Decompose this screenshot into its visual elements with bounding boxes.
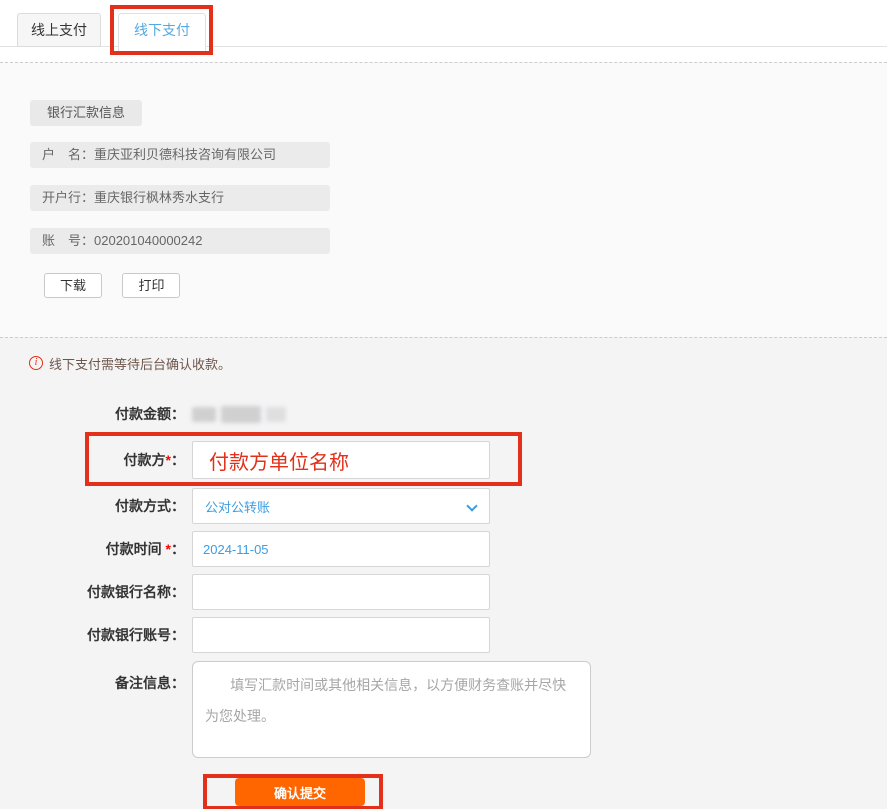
payment-method-label: 付款方式： <box>0 496 185 516</box>
offline-payment-form-section: i 线下支付需等待后台确认收款。 付款金额： 付款方*： 付款方式 <box>0 337 887 809</box>
remark-row: 备注信息： <box>0 661 887 763</box>
bank-info-badge: 银行汇款信息 <box>30 100 142 126</box>
info-icon: i <box>29 356 43 370</box>
payer-input[interactable] <box>192 441 490 479</box>
payment-tab-bar: 线上支付 线下支付 <box>0 0 887 62</box>
account-number-row: 账 号：020201040000242 <box>30 228 330 254</box>
payment-amount-row: 付款金额： <box>0 399 887 429</box>
chevron-down-icon <box>466 500 477 511</box>
payer-bank-name-row: 付款银行名称： <box>0 574 887 610</box>
bank-branch-value: 重庆银行枫林秀水支行 <box>94 190 224 205</box>
payer-bank-name-label: 付款银行名称： <box>0 582 185 602</box>
payment-amount-redacted-value <box>192 406 286 423</box>
payment-form: 付款金额： 付款方*： 付款方式： 公对公转账 <box>0 399 887 809</box>
payment-amount-label: 付款金额： <box>0 404 185 424</box>
submit-row: 确认提交 <box>0 774 887 809</box>
confirm-submit-button[interactable]: 确认提交 <box>235 778 365 806</box>
payment-method-select[interactable]: 公对公转账 <box>192 488 490 524</box>
payment-method-row: 付款方式： 公对公转账 <box>0 488 887 524</box>
print-button[interactable]: 打印 <box>122 273 180 298</box>
account-name-value: 重庆亚利贝德科技咨询有限公司 <box>94 147 276 162</box>
offline-payment-notice: i 线下支付需等待后台确认收款。 <box>0 354 887 372</box>
payer-row: 付款方*： <box>0 441 887 479</box>
account-name-row: 户 名：重庆亚利贝德科技咨询有限公司 <box>30 142 330 168</box>
payment-date-label: 付款时间 *： <box>0 539 185 559</box>
bank-branch-label: 开户行： <box>42 190 94 205</box>
payer-label: 付款方*： <box>0 450 185 470</box>
bank-remittance-section: 银行汇款信息 户 名：重庆亚利贝德科技咨询有限公司 开户行：重庆银行枫林秀水支行… <box>0 62 887 337</box>
bank-branch-row: 开户行：重庆银行枫林秀水支行 <box>30 185 330 211</box>
payment-method-selected-value: 公对公转账 <box>205 497 270 516</box>
offline-payment-page: 线上支付 线下支付 银行汇款信息 户 名：重庆亚利贝德科技咨询有限公司 开户行：… <box>0 0 887 809</box>
account-name-label: 户 名： <box>42 147 94 162</box>
payment-date-input[interactable] <box>192 531 490 567</box>
payment-date-row: 付款时间 *： <box>0 531 887 567</box>
remark-label: 备注信息： <box>0 673 185 693</box>
tab-online-payment[interactable]: 线上支付 <box>17 13 101 47</box>
payer-bank-account-input[interactable] <box>192 617 490 653</box>
tab-offline-payment[interactable]: 线下支付 <box>118 13 206 53</box>
download-button[interactable]: 下载 <box>44 273 102 298</box>
account-number-value: 020201040000242 <box>94 233 202 248</box>
payer-bank-account-label: 付款银行账号： <box>0 625 185 645</box>
bank-actions: 下载 打印 <box>44 273 887 298</box>
payer-bank-name-input[interactable] <box>192 574 490 610</box>
account-number-label: 账 号： <box>42 233 94 248</box>
payer-bank-account-row: 付款银行账号： <box>0 617 887 653</box>
notice-text: 线下支付需等待后台确认收款。 <box>49 354 231 373</box>
remark-textarea[interactable] <box>192 661 591 758</box>
